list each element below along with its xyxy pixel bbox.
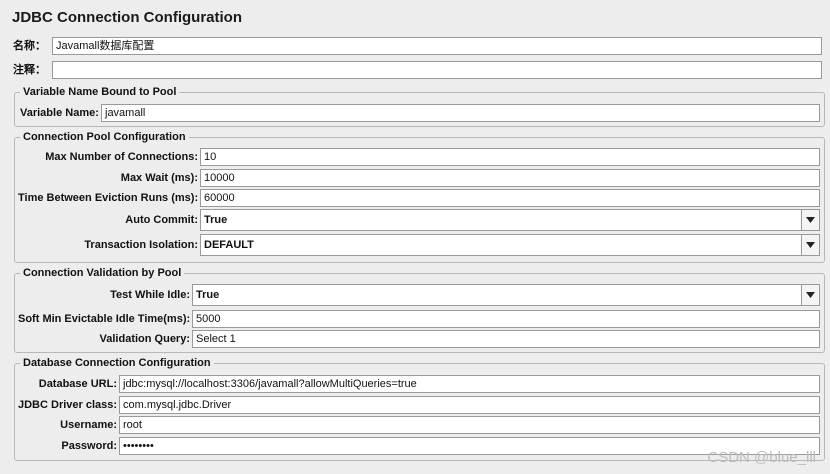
validation-group-legend: Connection Validation by Pool [20, 266, 185, 280]
page-title: JDBC Connection Configuration [12, 9, 242, 26]
eviction-runs-label: Time Between Eviction Runs (ms): [18, 192, 199, 204]
variable-name-label: Variable Name: [20, 107, 99, 119]
test-while-idle-label: Test While Idle: [110, 289, 190, 301]
chevron-down-icon [806, 217, 815, 223]
test-while-idle-dropdown-button[interactable] [801, 285, 819, 305]
max-wait-label: Max Wait (ms): [120, 172, 198, 184]
auto-commit-select[interactable]: True [200, 209, 820, 231]
auto-commit-label: Auto Commit: [125, 214, 198, 226]
max-connections-label: Max Number of Connections: [45, 151, 198, 163]
test-while-idle-select[interactable]: True [192, 284, 820, 306]
chevron-down-icon [806, 292, 815, 298]
comment-field[interactable] [52, 61, 822, 79]
variable-group-legend: Variable Name Bound to Pool [20, 85, 180, 99]
name-label: 名称： [13, 40, 46, 52]
validation-query-field[interactable]: Select 1 [192, 330, 820, 348]
chevron-down-icon [806, 242, 815, 248]
pool-group-legend: Connection Pool Configuration [20, 130, 189, 144]
jdbc-driver-field[interactable]: com.mysql.jdbc.Driver [119, 396, 820, 414]
eviction-runs-field[interactable]: 60000 [200, 189, 820, 207]
transaction-isolation-dropdown-button[interactable] [801, 235, 819, 255]
max-connections-field[interactable]: 10 [200, 148, 820, 166]
username-label: Username: [60, 419, 117, 431]
validation-query-label: Validation Query: [99, 333, 190, 345]
soft-min-idle-label: Soft Min Evictable Idle Time(ms): [18, 313, 191, 325]
transaction-isolation-select[interactable]: DEFAULT [200, 234, 820, 256]
max-wait-field[interactable]: 10000 [200, 169, 820, 187]
soft-min-idle-field[interactable]: 5000 [192, 310, 820, 328]
database-group-legend: Database Connection Configuration [20, 356, 214, 370]
password-label: Password: [61, 440, 117, 452]
transaction-isolation-value: DEFAULT [204, 239, 254, 251]
variable-name-field[interactable]: javamall [101, 104, 820, 122]
watermark: CSDN @blue_lll [707, 449, 816, 466]
database-url-field[interactable]: jdbc:mysql://localhost:3306/javamall?all… [119, 375, 820, 393]
test-while-idle-value: True [196, 289, 220, 301]
auto-commit-value: True [204, 214, 228, 226]
jdbc-driver-label: JDBC Driver class: [18, 399, 118, 411]
name-field[interactable]: Javamall数据库配置 [52, 37, 822, 55]
username-field[interactable]: root [119, 416, 820, 434]
transaction-isolation-label: Transaction Isolation: [84, 239, 198, 251]
auto-commit-dropdown-button[interactable] [801, 210, 819, 230]
database-url-label: Database URL: [38, 378, 117, 390]
comment-label: 注释： [13, 64, 46, 76]
